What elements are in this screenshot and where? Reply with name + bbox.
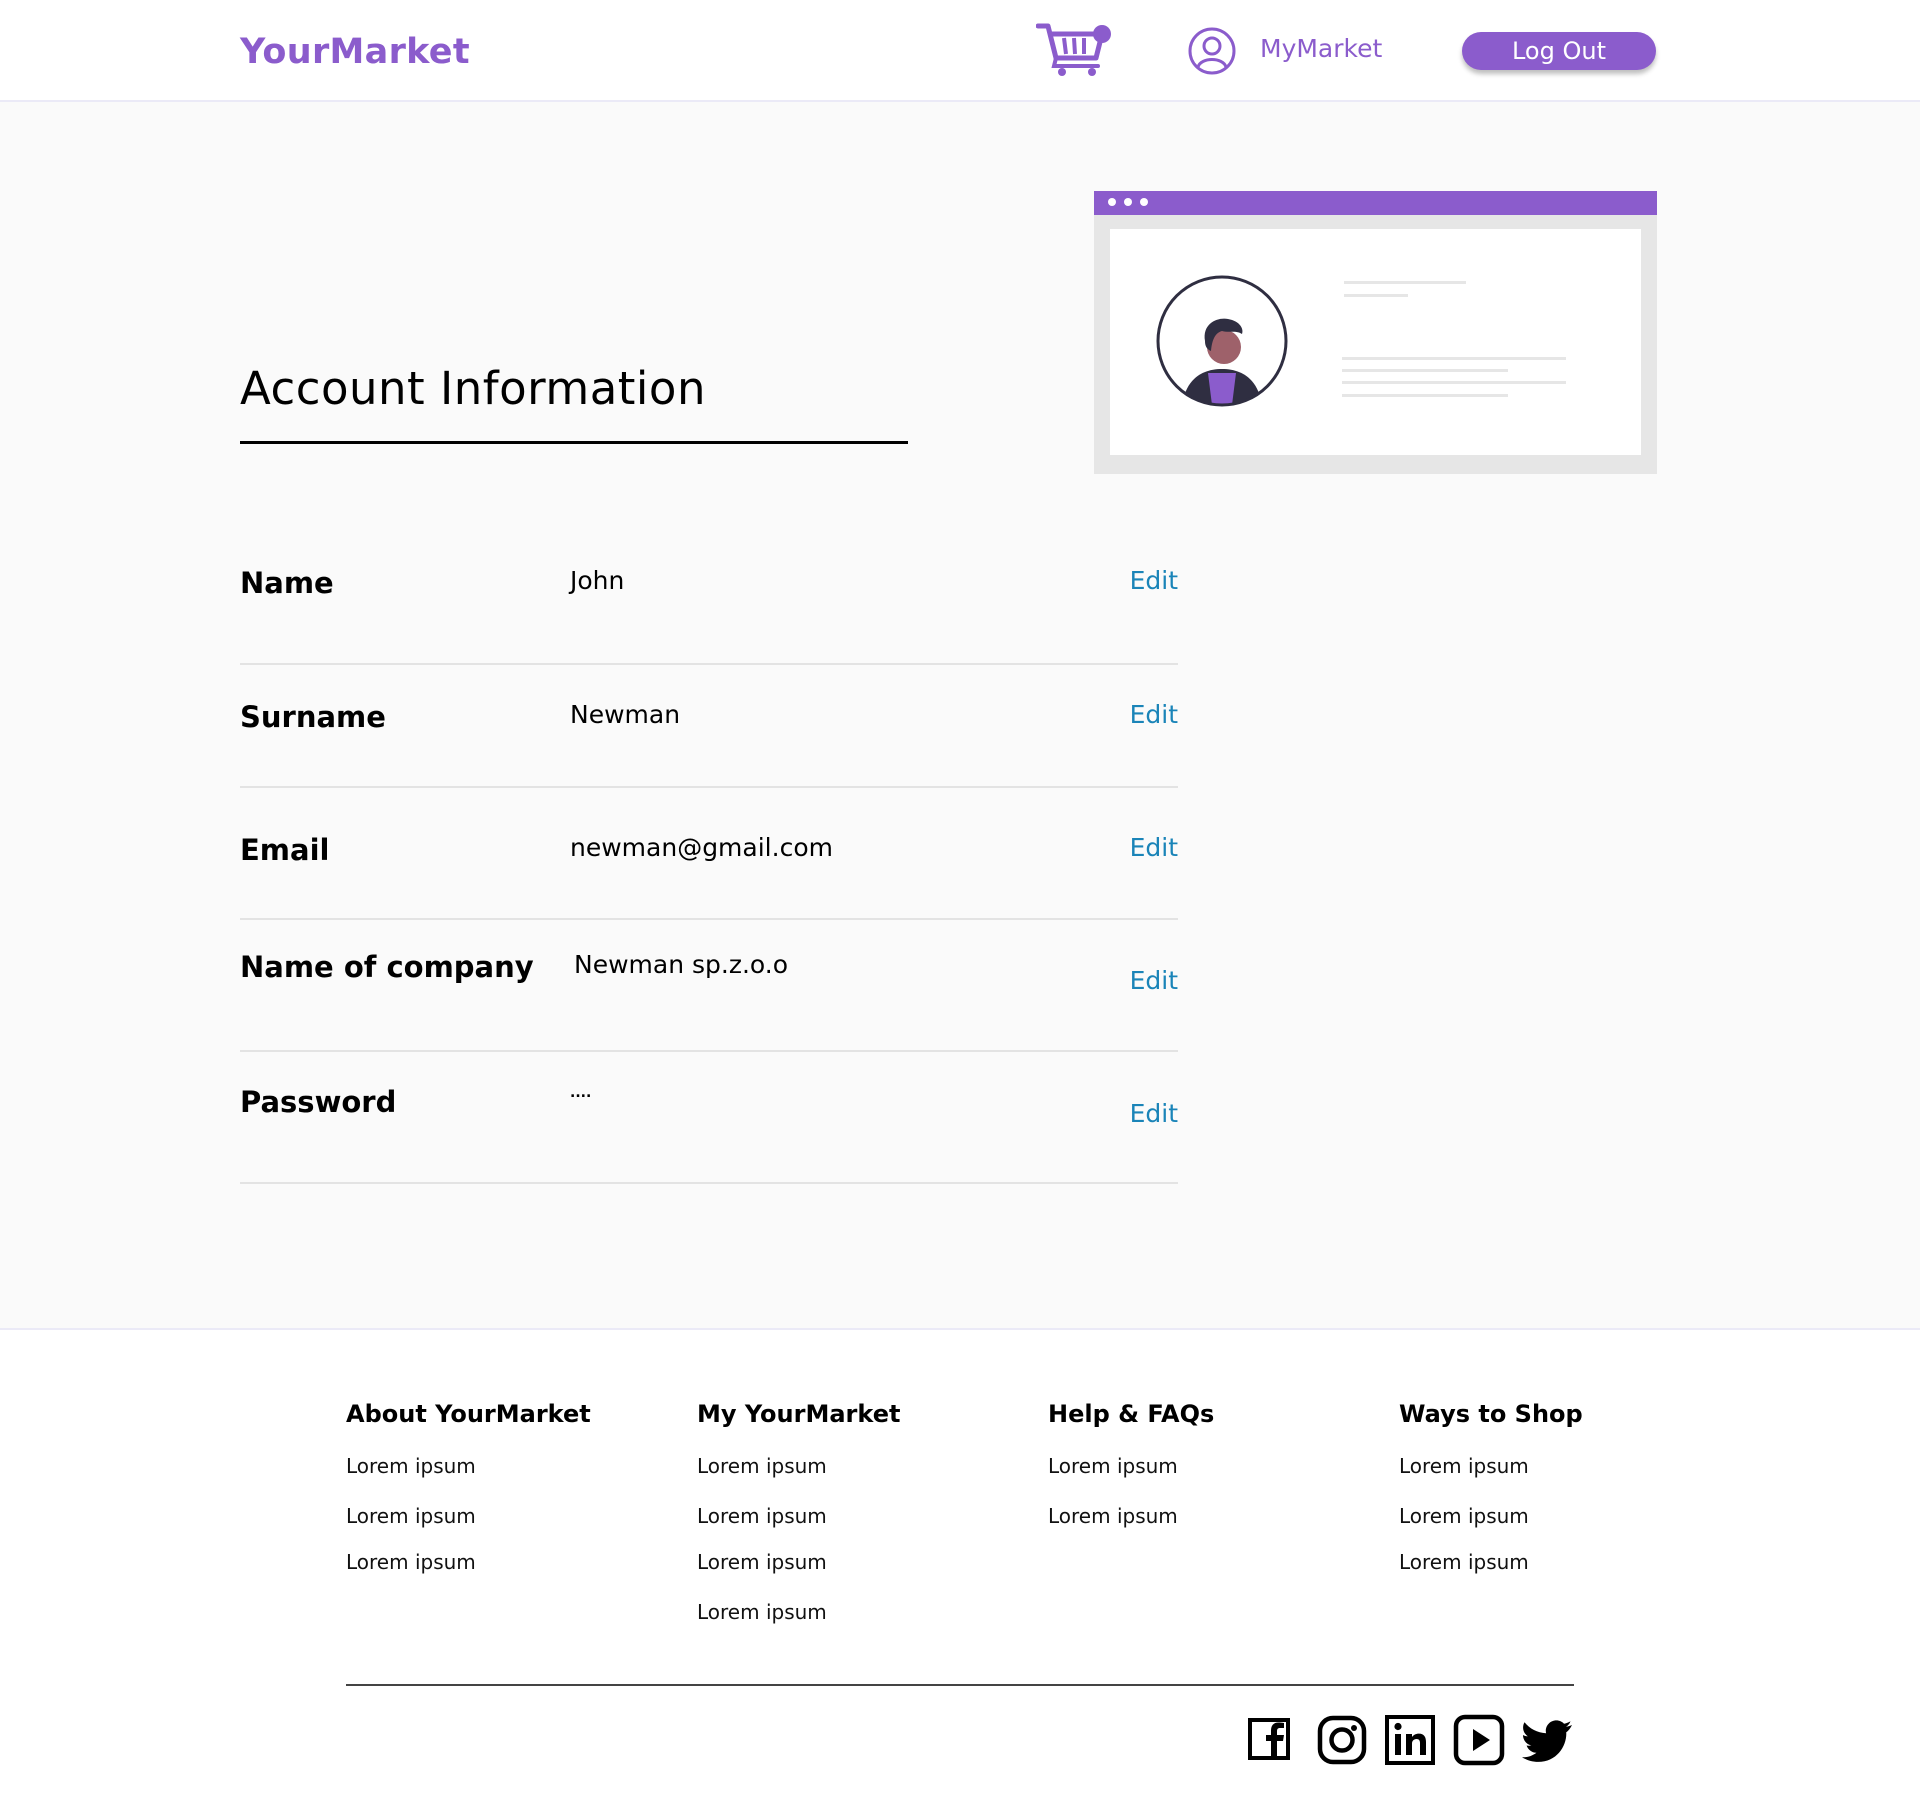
footer-heading: Help & FAQs — [1048, 1400, 1215, 1428]
footer-link[interactable]: Lorem ipsum — [1399, 1550, 1529, 1574]
footer-link[interactable]: Lorem ipsum — [697, 1600, 827, 1624]
edit-password-link[interactable]: Edit — [1130, 1099, 1178, 1128]
field-row-password: Password .... Edit — [240, 1085, 1178, 1145]
youtube-icon[interactable] — [1453, 1714, 1505, 1766]
footer-link[interactable]: Lorem ipsum — [697, 1454, 827, 1478]
footer-heading: About YourMarket — [346, 1400, 591, 1428]
field-value: John — [570, 566, 625, 595]
divider — [240, 663, 1178, 665]
field-label: Name of company — [240, 950, 534, 984]
field-value: Newman — [570, 700, 681, 729]
footer-heading: Ways to Shop — [1399, 1400, 1583, 1428]
title-underline — [240, 441, 908, 444]
edit-surname-link[interactable]: Edit — [1130, 700, 1178, 729]
field-label: Name — [240, 566, 334, 600]
twitter-icon[interactable] — [1522, 1714, 1574, 1766]
edit-email-link[interactable]: Edit — [1130, 833, 1178, 862]
divider — [240, 1182, 1178, 1184]
edit-company-link[interactable]: Edit — [1130, 966, 1178, 995]
profile-card-illustration — [1094, 191, 1657, 474]
footer-link[interactable]: Lorem ipsum — [346, 1550, 476, 1574]
logout-button[interactable]: Log Out — [1462, 32, 1656, 70]
footer-link[interactable]: Lorem ipsum — [697, 1504, 827, 1528]
divider — [240, 786, 1178, 788]
facebook-icon[interactable] — [1246, 1714, 1298, 1766]
page-title: Account Information — [240, 362, 706, 415]
field-value: Newman sp.z.o.o — [574, 950, 789, 979]
user-icon[interactable] — [1188, 27, 1236, 75]
field-label: Password — [240, 1085, 397, 1119]
field-value: newman@gmail.com — [570, 833, 833, 862]
instagram-icon[interactable] — [1316, 1714, 1368, 1766]
footer-link[interactable]: Lorem ipsum — [346, 1504, 476, 1528]
footer-link[interactable]: Lorem ipsum — [1399, 1504, 1529, 1528]
field-label: Email — [240, 833, 330, 867]
field-row-name: Name John Edit — [240, 566, 1178, 626]
mymarket-link[interactable]: MyMarket — [1260, 34, 1382, 63]
field-row-surname: Surname Newman Edit — [240, 700, 1178, 760]
footer-link[interactable]: Lorem ipsum — [1048, 1504, 1178, 1528]
field-value: .... — [570, 1085, 592, 1101]
footer-link[interactable]: Lorem ipsum — [1399, 1454, 1529, 1478]
linkedin-icon[interactable] — [1384, 1714, 1436, 1766]
footer-link[interactable]: Lorem ipsum — [346, 1454, 476, 1478]
divider — [240, 1050, 1178, 1052]
divider — [240, 918, 1178, 920]
field-label: Surname — [240, 700, 386, 734]
brand-logo[interactable]: YourMarket — [240, 32, 470, 72]
footer-heading: My YourMarket — [697, 1400, 901, 1428]
field-row-company: Name of company Newman sp.z.o.o Edit — [240, 950, 1178, 1010]
footer-link[interactable]: Lorem ipsum — [697, 1550, 827, 1574]
cart-icon[interactable] — [1036, 22, 1112, 78]
site-footer: About YourMarket Lorem ipsum Lorem ipsum… — [0, 1328, 1920, 1802]
edit-name-link[interactable]: Edit — [1130, 566, 1178, 595]
footer-link[interactable]: Lorem ipsum — [1048, 1454, 1178, 1478]
top-header: YourMarket MyMarket Log Out — [0, 0, 1920, 102]
field-row-email: Email newman@gmail.com Edit — [240, 833, 1178, 893]
footer-divider — [346, 1684, 1574, 1686]
